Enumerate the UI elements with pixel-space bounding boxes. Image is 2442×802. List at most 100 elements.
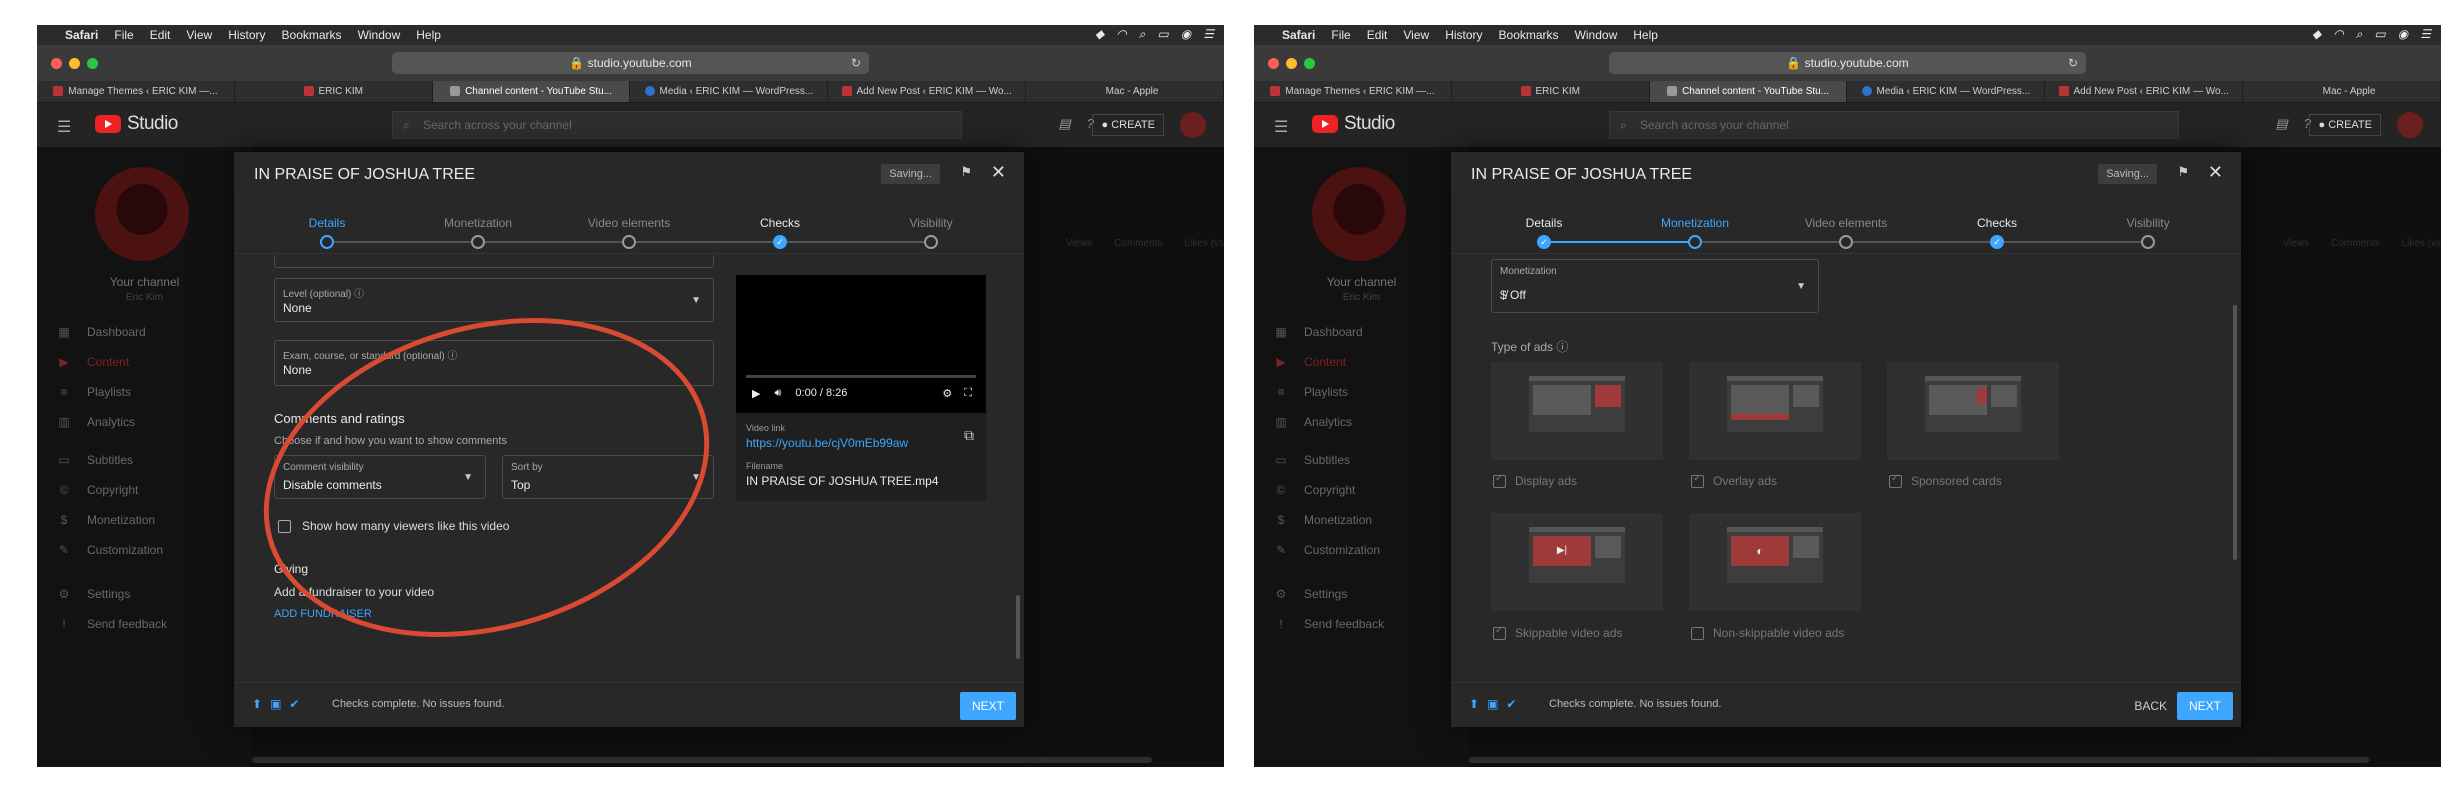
wifi-icon[interactable]: ◠ xyxy=(1116,27,1126,42)
menu-file[interactable]: File xyxy=(114,28,133,42)
vertical-scrollbar[interactable] xyxy=(2233,305,2237,560)
reload-icon[interactable]: ↻ xyxy=(2068,52,2078,74)
play-icon[interactable]: ▶ xyxy=(752,387,760,400)
comment-visibility-select[interactable]: Comment visibility Disable comments ▼ xyxy=(274,455,486,499)
display-ads-label[interactable]: Display ads xyxy=(1515,474,1577,488)
sponsored-cards-card[interactable] xyxy=(1887,362,2059,460)
hamburger-menu-icon[interactable]: ☰ xyxy=(57,117,71,137)
menu-help[interactable]: Help xyxy=(1633,28,1658,42)
horizontal-scrollbar[interactable] xyxy=(1469,757,2369,763)
menu-window[interactable]: Window xyxy=(358,28,401,42)
menu-app-name[interactable]: Safari xyxy=(65,28,98,42)
video-progress-bar[interactable] xyxy=(746,375,976,378)
tab-mac-apple[interactable]: Mac - Apple xyxy=(2243,81,2441,102)
overlay-ads-label[interactable]: Overlay ads xyxy=(1713,474,1777,488)
step-dot-video-elements[interactable] xyxy=(1839,235,1853,249)
volume-icon[interactable]: 🔊︎ xyxy=(774,387,781,400)
likes-checkbox[interactable] xyxy=(278,520,291,533)
step-visibility[interactable]: Visibility xyxy=(871,216,991,230)
menu-history[interactable]: History xyxy=(1445,28,1482,42)
tab-manage-themes[interactable]: Manage Themes ‹ ERIC KIM —... xyxy=(1254,81,1452,102)
sponsored-cards-checkbox[interactable]: ✓ xyxy=(1889,473,1902,488)
close-window-icon[interactable] xyxy=(1268,58,1279,69)
hd-icon[interactable]: ▣ xyxy=(1487,697,1498,711)
likes-checkbox-label[interactable]: Show how many viewers like this video xyxy=(302,519,509,533)
gear-icon[interactable]: ⚙ xyxy=(942,387,952,400)
wifi-icon[interactable]: ◠ xyxy=(2333,27,2343,42)
siri-icon[interactable]: ◉ xyxy=(1181,27,1191,42)
next-button[interactable]: NEXT xyxy=(959,692,1016,720)
sort-by-select[interactable]: Sort by Top ▼ xyxy=(502,455,714,499)
step-visibility[interactable]: Visibility xyxy=(2088,216,2208,230)
close-icon[interactable]: ✕ xyxy=(991,162,1006,183)
studio-logo[interactable]: Studio xyxy=(1312,113,1395,135)
help-circle-icon[interactable]: ⓘ xyxy=(354,289,364,300)
menu-help[interactable]: Help xyxy=(416,28,441,42)
hamburger-menu-icon[interactable]: ☰ xyxy=(1274,117,1288,137)
check-icon[interactable]: ✓ xyxy=(1990,235,2004,249)
tab-eric-kim[interactable]: ERIC KIM xyxy=(1452,81,1650,102)
step-dot-monetization[interactable] xyxy=(1688,235,1702,249)
step-dot-visibility[interactable] xyxy=(924,235,938,249)
step-checks[interactable]: Checks xyxy=(1937,216,2057,230)
minimize-window-icon[interactable] xyxy=(69,58,80,69)
menu-file[interactable]: File xyxy=(1331,28,1350,42)
zoom-window-icon[interactable] xyxy=(1304,58,1315,69)
non-skippable-ads-card[interactable]: ◐ xyxy=(1689,513,1861,611)
non-skippable-ads-checkbox[interactable] xyxy=(1691,627,1704,640)
menu-bookmarks[interactable]: Bookmarks xyxy=(282,28,342,42)
video-link[interactable]: https://youtu.be/cjV0mEb99aw xyxy=(746,436,908,450)
create-button[interactable]: ● CREATE xyxy=(2309,114,2381,136)
notification-icon[interactable]: ☰ xyxy=(2420,27,2431,42)
skippable-ads-checkbox[interactable]: ✓ xyxy=(1493,625,1506,640)
search-input[interactable]: ⌕ Search across your channel xyxy=(1609,111,2179,139)
feedback-flag-icon[interactable]: ⚑ xyxy=(2177,164,2189,180)
siri-icon[interactable]: ◉ xyxy=(2398,27,2408,42)
battery-icon[interactable]: ▭ xyxy=(2374,27,2385,42)
reload-icon[interactable]: ↻ xyxy=(851,52,861,74)
zoom-window-icon[interactable] xyxy=(87,58,98,69)
search-input[interactable]: ⌕ Search across your channel xyxy=(392,111,962,139)
upload-icon[interactable]: ⬆ xyxy=(1469,697,1479,711)
step-dot-visibility[interactable] xyxy=(2141,235,2155,249)
account-avatar[interactable] xyxy=(1180,112,1206,138)
search-icon[interactable]: ⌕ xyxy=(1139,27,1146,42)
search-icon[interactable]: ⌕ xyxy=(2356,27,2363,42)
step-details[interactable]: Details xyxy=(267,216,387,230)
tab-add-new-post[interactable]: Add New Post ‹ ERIC KIM — Wo... xyxy=(828,81,1027,102)
video-preview[interactable]: ▶ 🔊︎ 0:00 / 8:26 ⚙ ⛶ xyxy=(736,275,986,413)
address-bar[interactable]: 🔒 studio.youtube.com ↻ xyxy=(1609,52,2086,74)
help-circle-icon[interactable]: ⓘ xyxy=(448,351,458,362)
step-video-elements[interactable]: Video elements xyxy=(569,216,689,230)
check-icon[interactable]: ✓ xyxy=(1537,235,1551,249)
menu-edit[interactable]: Edit xyxy=(1367,28,1388,42)
tab-media[interactable]: Media ‹ ERIC KIM — WordPress... xyxy=(630,81,829,102)
menu-view[interactable]: View xyxy=(186,28,212,42)
check-circle-icon[interactable]: ✔ xyxy=(289,697,299,711)
messages-icon[interactable]: ▤ xyxy=(1058,116,1070,132)
check-icon[interactable]: ✓ xyxy=(773,235,787,249)
back-button[interactable]: BACK xyxy=(2134,699,2167,713)
feedback-flag-icon[interactable]: ⚑ xyxy=(960,164,972,180)
account-avatar[interactable] xyxy=(2397,112,2423,138)
copy-icon[interactable]: ⧉ xyxy=(964,427,974,444)
non-skippable-ads-label[interactable]: Non-skippable video ads xyxy=(1713,626,1844,640)
step-video-elements[interactable]: Video elements xyxy=(1786,216,1906,230)
fullscreen-icon[interactable]: ⛶ xyxy=(964,387,972,400)
step-dot-video-elements[interactable] xyxy=(622,235,636,249)
tab-channel-content[interactable]: Channel content - YouTube Stu... xyxy=(432,81,631,102)
menu-window[interactable]: Window xyxy=(1575,28,1618,42)
skippable-ads-card[interactable]: ▶| xyxy=(1491,513,1663,611)
tab-manage-themes[interactable]: Manage Themes ‹ ERIC KIM —... xyxy=(37,81,235,102)
next-button[interactable]: NEXT xyxy=(2176,692,2233,720)
check-circle-icon[interactable]: ✔ xyxy=(1506,697,1516,711)
tab-eric-kim[interactable]: ERIC KIM xyxy=(235,81,433,102)
address-bar[interactable]: 🔒 studio.youtube.com ↻ xyxy=(392,52,869,74)
close-icon[interactable]: ✕ xyxy=(2208,162,2223,183)
menu-bookmarks[interactable]: Bookmarks xyxy=(1499,28,1559,42)
help-circle-icon[interactable]: ⓘ xyxy=(1556,340,1568,354)
tab-mac-apple[interactable]: Mac - Apple xyxy=(1026,81,1224,102)
display-ads-card[interactable] xyxy=(1491,362,1663,460)
add-fundraiser-link[interactable]: ADD FUNDRAISER xyxy=(274,608,372,620)
hd-icon[interactable]: ▣ xyxy=(270,697,281,711)
